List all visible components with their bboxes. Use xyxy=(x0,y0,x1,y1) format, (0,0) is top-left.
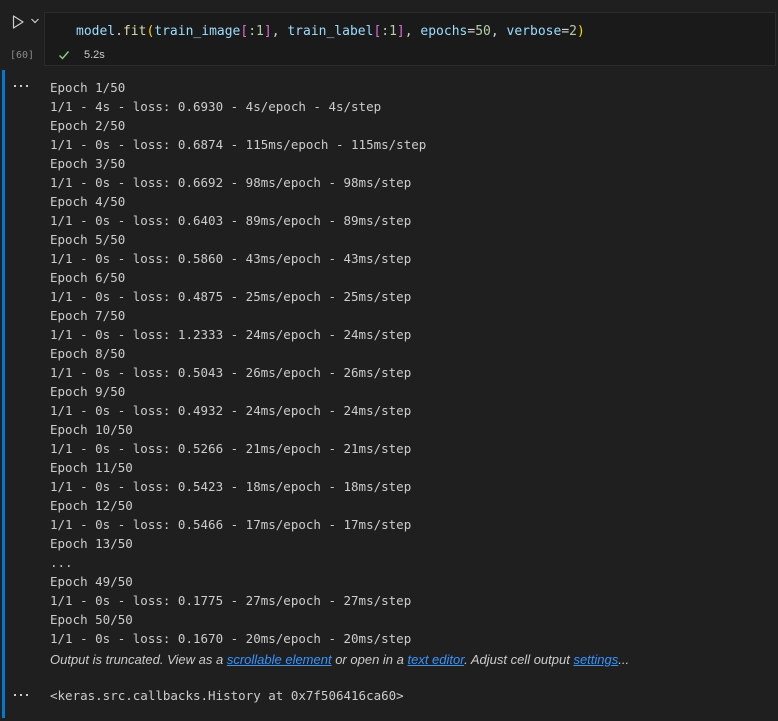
output-line: 1/1 - 0s - loss: 0.5466 - 17ms/epoch - 1… xyxy=(50,517,412,532)
output-line: 1/1 - 0s - loss: 0.1775 - 27ms/epoch - 2… xyxy=(50,593,412,608)
code-token: , xyxy=(404,24,421,39)
output-line: 1/1 - 0s - loss: 0.5043 - 26ms/epoch - 2… xyxy=(50,365,412,380)
code-token: :1 xyxy=(248,24,264,39)
code-token: 50 xyxy=(475,24,491,39)
output-line: 1/1 - 0s - loss: 0.5266 - 21ms/epoch - 2… xyxy=(50,441,412,456)
output-line: 1/1 - 0s - loss: 0.1670 - 20ms/epoch - 2… xyxy=(50,631,412,646)
cell-result: <keras.src.callbacks.History at 0x7f5064… xyxy=(50,688,404,703)
output-line: Epoch 4/50 xyxy=(50,194,126,209)
output-line: 1/1 - 0s - loss: 0.4875 - 25ms/epoch - 2… xyxy=(50,289,412,304)
output-line: 1/1 - 4s - loss: 0.6930 - 4s/epoch - 4s/… xyxy=(50,99,382,114)
output-line: Epoch 2/50 xyxy=(50,118,126,133)
code-token: . xyxy=(115,24,123,39)
text-editor-link[interactable]: text editor xyxy=(407,652,464,667)
output-line: Epoch 5/50 xyxy=(50,232,126,247)
code-token: = xyxy=(561,24,570,39)
code-token: verbose xyxy=(506,24,562,39)
cell-status: 5.2s xyxy=(58,49,105,61)
execution-count: [60] xyxy=(9,50,35,61)
output-line: Epoch 13/50 xyxy=(50,536,133,551)
code-token: :1 xyxy=(381,24,397,39)
code-token: train_image xyxy=(154,24,241,39)
code-token: ) xyxy=(576,24,585,39)
code-token: epochs xyxy=(420,24,468,39)
output-line: 1/1 - 0s - loss: 1.2333 - 24ms/epoch - 2… xyxy=(50,327,412,342)
output-line: 1/1 - 0s - loss: 0.4932 - 24ms/epoch - 2… xyxy=(50,403,412,418)
cell-run-area xyxy=(8,12,42,34)
truncation-notice: Output is truncated. View as a scrollabl… xyxy=(50,652,629,667)
code-line: model.fit(train_image[:1], train_label[:… xyxy=(76,24,585,39)
cell-output: Epoch 1/50 1/1 - 4s - loss: 0.6930 - 4s/… xyxy=(50,78,426,648)
code-token: 2 xyxy=(569,24,577,39)
output-line: Epoch 3/50 xyxy=(50,156,126,171)
output-line: Epoch 50/50 xyxy=(50,612,133,627)
output-line: Epoch 1/50 xyxy=(50,80,126,95)
scrollable-element-link[interactable]: scrollable element xyxy=(227,652,332,667)
code-editor[interactable]: model.fit(train_image[:1], train_label[:… xyxy=(44,12,776,66)
output-line: Epoch 9/50 xyxy=(50,384,126,399)
output-line: 1/1 - 0s - loss: 0.5423 - 18ms/epoch - 1… xyxy=(50,479,412,494)
chevron-down-icon[interactable] xyxy=(30,16,40,26)
output-line: Epoch 12/50 xyxy=(50,498,133,513)
truncation-text: ... xyxy=(618,652,630,667)
code-token: model xyxy=(76,24,116,39)
output-menu-icon[interactable] xyxy=(12,81,30,91)
output-line: Epoch 7/50 xyxy=(50,308,126,323)
cell-focus-indicator xyxy=(2,70,5,718)
output-line: 1/1 - 0s - loss: 0.6692 - 98ms/epoch - 9… xyxy=(50,175,412,190)
output-line: Epoch 8/50 xyxy=(50,346,126,361)
run-cell-icon[interactable] xyxy=(10,14,26,30)
settings-link[interactable]: settings xyxy=(573,652,618,667)
code-token: , xyxy=(490,24,507,39)
execution-duration: 5.2s xyxy=(84,49,105,61)
output-line: Epoch 10/50 xyxy=(50,422,133,437)
code-token: train_label xyxy=(287,24,374,39)
code-token: fit xyxy=(122,24,147,39)
output-line: ... xyxy=(50,555,73,570)
output-menu-icon[interactable] xyxy=(12,690,30,700)
code-token: , xyxy=(271,24,288,39)
truncation-text: . Adjust cell output xyxy=(464,652,574,667)
output-line: Epoch 6/50 xyxy=(50,270,126,285)
code-token: ] xyxy=(396,24,405,39)
output-line: Epoch 49/50 xyxy=(50,574,133,589)
truncation-text: or open in a xyxy=(331,652,408,667)
check-icon xyxy=(59,51,70,60)
output-line: 1/1 - 0s - loss: 0.5860 - 43ms/epoch - 4… xyxy=(50,251,412,266)
output-line: 1/1 - 0s - loss: 0.6874 - 115ms/epoch - … xyxy=(50,137,427,152)
code-token: ] xyxy=(263,24,272,39)
truncation-text: Output is truncated. View as a xyxy=(50,652,227,667)
output-line: 1/1 - 0s - loss: 0.6403 - 89ms/epoch - 8… xyxy=(50,213,412,228)
output-line: Epoch 11/50 xyxy=(50,460,133,475)
